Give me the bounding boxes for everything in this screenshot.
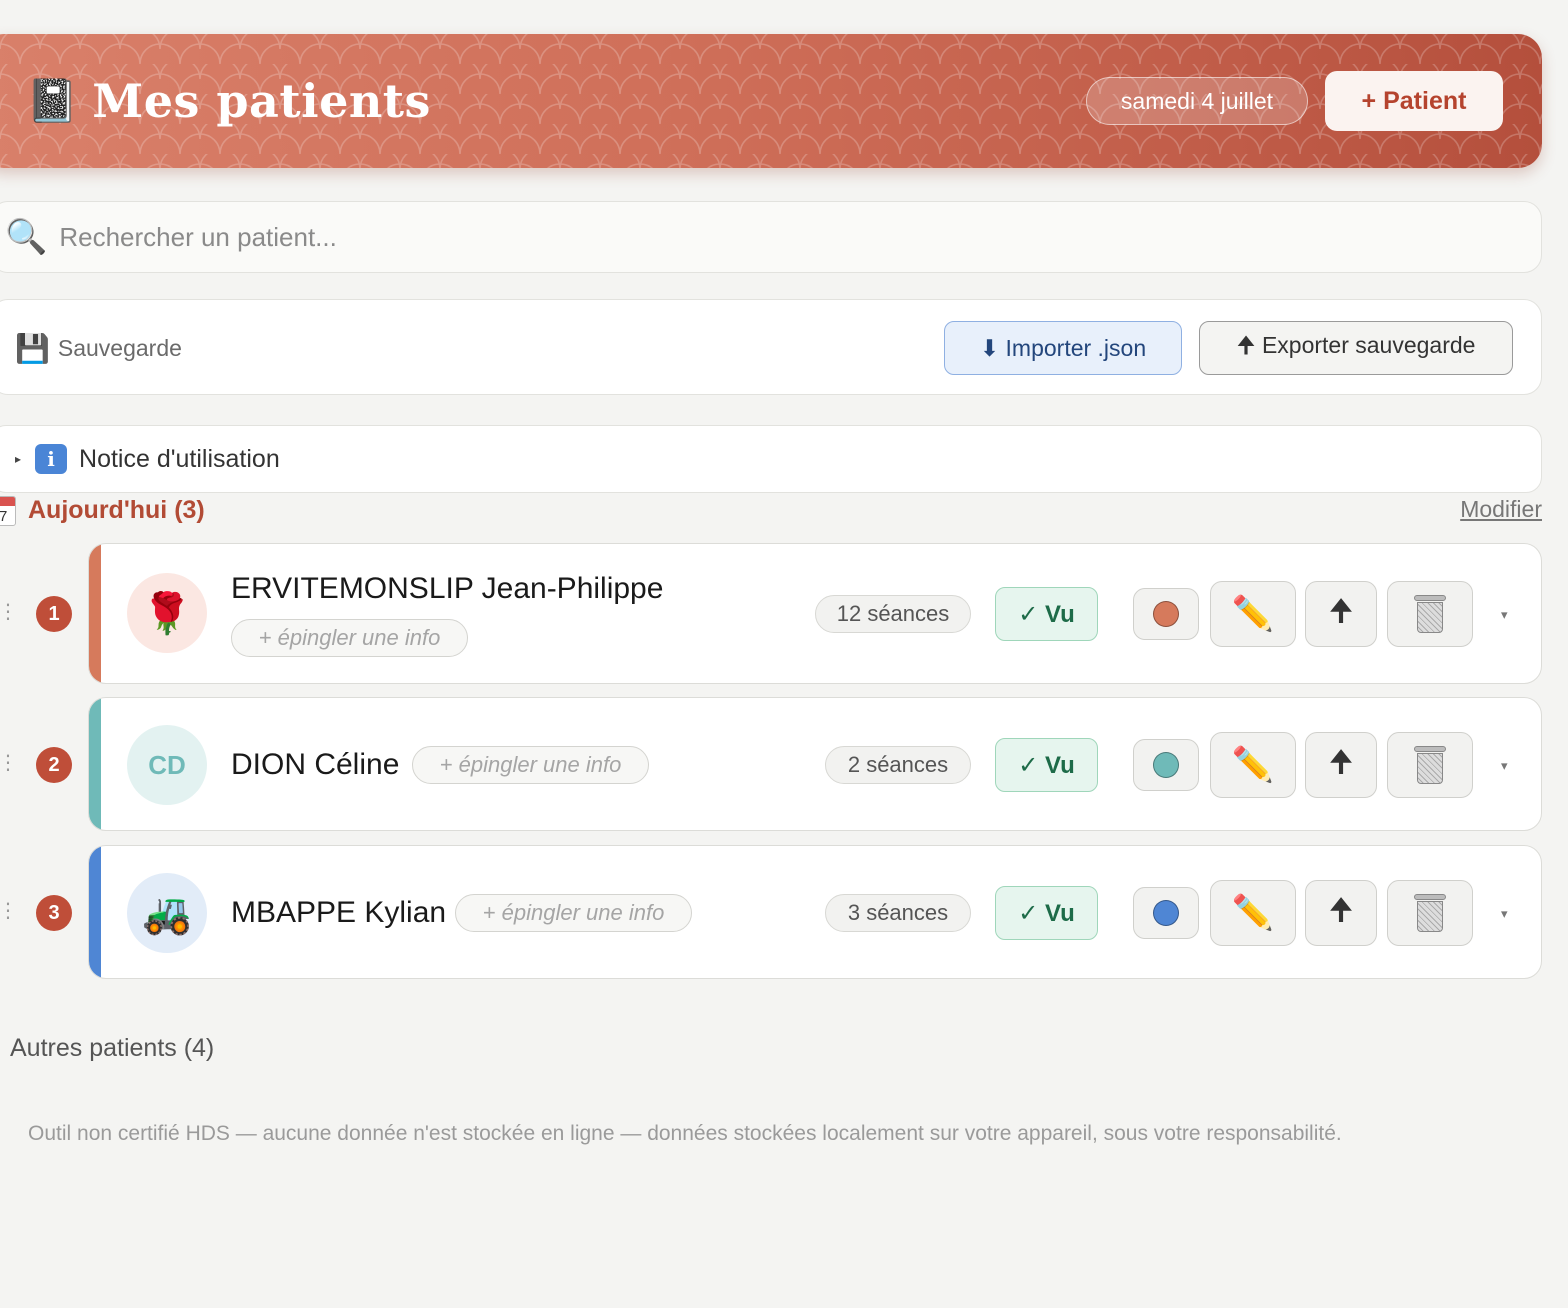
- patient-avatar-initials: CD: [127, 725, 207, 805]
- notice-disclosure[interactable]: ▸ i Notice d'utilisation: [0, 425, 1542, 493]
- sessions-count-badge: 12 séances: [815, 595, 971, 633]
- footer-disclaimer: Outil non certifié HDS — aucune donnée n…: [28, 1122, 1342, 1145]
- color-dot: [1153, 601, 1179, 627]
- expand-chevron-icon[interactable]: ▾: [1501, 607, 1508, 623]
- page-title: Mes patients: [92, 74, 431, 128]
- move-up-button[interactable]: 🠉: [1305, 581, 1377, 647]
- add-patient-button[interactable]: + Patient: [1325, 71, 1503, 131]
- backup-label-group: 💾 Sauvegarde: [15, 332, 182, 365]
- drag-handle-icon[interactable]: ⋮: [0, 898, 18, 923]
- move-up-button[interactable]: 🠉: [1305, 880, 1377, 946]
- header-banner: 📓 Mes patients samedi 4 juillet + Patien…: [0, 34, 1542, 168]
- info-icon: i: [35, 444, 68, 474]
- patient-avatar: 🚜: [127, 873, 207, 953]
- edit-patient-button[interactable]: ✏️: [1210, 581, 1296, 647]
- today-section-header: 7 Aujourd'hui (3) Modifier: [0, 494, 1568, 530]
- backup-label: Sauvegarde: [57, 335, 182, 361]
- patient-name[interactable]: ERVITEMONSLIP Jean-Philippe: [231, 572, 663, 606]
- patient-index-badge: 2: [36, 747, 72, 783]
- color-picker-button[interactable]: [1133, 739, 1199, 791]
- magnifier-icon: 🔍: [5, 218, 48, 256]
- delete-patient-button[interactable]: [1387, 732, 1473, 798]
- move-up-button[interactable]: 🠉: [1305, 732, 1377, 798]
- edit-patient-button[interactable]: ✏️: [1210, 732, 1296, 798]
- patient-color-accent: [89, 698, 101, 830]
- color-dot: [1153, 900, 1179, 926]
- color-picker-button[interactable]: [1133, 887, 1199, 939]
- today-title: Aujourd'hui (3): [28, 496, 205, 524]
- calendar-icon: 7: [0, 496, 16, 526]
- date-badge: samedi 4 juillet: [1086, 77, 1308, 125]
- patient-index-badge: 3: [36, 895, 72, 931]
- patient-row: ⋮ 2 CD DION Céline + épingler une info 2…: [0, 697, 1568, 831]
- patient-avatar: 🌹: [127, 573, 207, 653]
- pin-info-button[interactable]: + épingler une info: [231, 619, 468, 657]
- notice-label: Notice d'utilisation: [79, 444, 280, 473]
- seen-toggle-button[interactable]: ✓ Vu: [995, 587, 1098, 641]
- search-input[interactable]: [59, 221, 1260, 253]
- trash-icon: [1414, 746, 1446, 784]
- notebook-icon: 📓: [26, 77, 79, 124]
- patient-index-badge: 1: [36, 596, 72, 632]
- other-patients-toggle[interactable]: Autres patients (4): [10, 1034, 214, 1063]
- disclosure-triangle-icon[interactable]: ▸: [15, 452, 21, 466]
- expand-chevron-icon[interactable]: ▾: [1501, 758, 1508, 774]
- sessions-count-badge: 2 séances: [825, 746, 971, 784]
- expand-chevron-icon[interactable]: ▾: [1501, 906, 1508, 922]
- patient-color-accent: [89, 846, 101, 978]
- delete-patient-button[interactable]: [1387, 880, 1473, 946]
- patient-row: ⋮ 3 🚜 MBAPPE Kylian + épingler une info …: [0, 845, 1568, 979]
- pin-info-button[interactable]: + épingler une info: [455, 894, 692, 932]
- color-picker-button[interactable]: [1133, 588, 1199, 640]
- seen-toggle-button[interactable]: ✓ Vu: [995, 886, 1098, 940]
- patient-color-accent: [89, 544, 101, 683]
- drag-handle-icon[interactable]: ⋮: [0, 750, 18, 775]
- delete-patient-button[interactable]: [1387, 581, 1473, 647]
- export-backup-button[interactable]: 🠉 Exporter sauvegarde: [1199, 321, 1513, 375]
- trash-icon: [1414, 894, 1446, 932]
- modify-link[interactable]: Modifier: [1460, 496, 1542, 523]
- sessions-count-badge: 3 séances: [825, 894, 971, 932]
- patient-card[interactable]: CD DION Céline + épingler une info 2 séa…: [88, 697, 1542, 831]
- edit-patient-button[interactable]: ✏️: [1210, 880, 1296, 946]
- patient-card[interactable]: 🌹 ERVITEMONSLIP Jean-Philippe + épingler…: [88, 543, 1542, 684]
- import-json-button[interactable]: ⬇ Importer .json: [944, 321, 1182, 375]
- drag-handle-icon[interactable]: ⋮: [0, 599, 18, 624]
- patient-name[interactable]: MBAPPE Kylian: [231, 896, 446, 930]
- trash-icon: [1414, 595, 1446, 633]
- pin-info-button[interactable]: + épingler une info: [412, 746, 649, 784]
- search-bar: 🔍: [0, 201, 1542, 273]
- patient-card[interactable]: 🚜 MBAPPE Kylian + épingler une info 3 sé…: [88, 845, 1542, 979]
- patient-row: ⋮ 1 🌹 ERVITEMONSLIP Jean-Philippe + épin…: [0, 543, 1568, 684]
- backup-panel: 💾 Sauvegarde ⬇ Importer .json 🠉 Exporter…: [0, 299, 1542, 395]
- seen-toggle-button[interactable]: ✓ Vu: [995, 738, 1098, 792]
- patient-name[interactable]: DION Céline: [231, 748, 399, 782]
- floppy-disk-icon: 💾: [15, 333, 50, 364]
- color-dot: [1153, 752, 1179, 778]
